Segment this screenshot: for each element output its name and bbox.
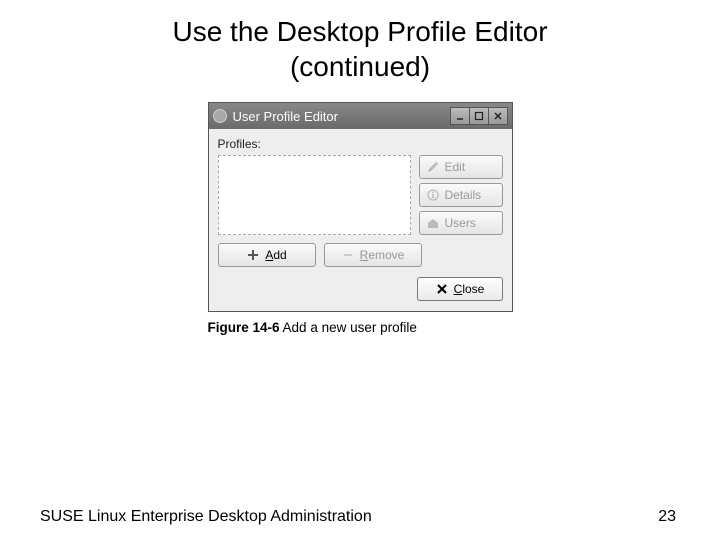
details-label: Details	[445, 188, 482, 202]
close-row: Close	[218, 277, 503, 301]
remove-label: Remove	[360, 248, 405, 262]
profiles-list[interactable]	[218, 155, 411, 235]
slide-title-line2: (continued)	[0, 49, 720, 84]
close-label: Close	[454, 282, 485, 296]
window: User Profile Editor Profiles:	[208, 102, 513, 312]
maximize-button[interactable]	[469, 107, 489, 125]
plus-icon	[246, 248, 260, 262]
details-button[interactable]: Details	[419, 183, 503, 207]
window-title: User Profile Editor	[233, 109, 451, 124]
add-button[interactable]: Add	[218, 243, 316, 267]
edit-label: Edit	[445, 160, 466, 174]
pencil-icon	[426, 160, 440, 174]
slide-title-line1: Use the Desktop Profile Editor	[0, 14, 720, 49]
details-icon	[426, 188, 440, 202]
users-label: Users	[445, 216, 476, 230]
remove-button[interactable]: Remove	[324, 243, 422, 267]
side-buttons: Edit Details Users	[419, 155, 503, 235]
figure-caption: Figure 14-6 Add a new user profile	[208, 320, 513, 335]
app-icon	[213, 109, 227, 123]
x-icon	[435, 282, 449, 296]
figure-text: Add a new user profile	[283, 320, 417, 335]
window-controls	[451, 107, 508, 125]
profiles-label: Profiles:	[218, 137, 503, 151]
close-button[interactable]: Close	[417, 277, 503, 301]
screenshot: User Profile Editor Profiles:	[208, 102, 513, 335]
bottom-buttons: Add Remove	[218, 243, 503, 267]
titlebar: User Profile Editor	[209, 103, 512, 129]
users-button[interactable]: Users	[419, 211, 503, 235]
window-close-button[interactable]	[488, 107, 508, 125]
page-number: 23	[658, 508, 676, 526]
window-client: Profiles: Edit Details	[209, 129, 512, 311]
slide-title: Use the Desktop Profile Editor (continue…	[0, 14, 720, 84]
add-label: Add	[265, 248, 286, 262]
edit-button[interactable]: Edit	[419, 155, 503, 179]
footer-left: SUSE Linux Enterprise Desktop Administra…	[40, 508, 372, 526]
figure-number: Figure 14-6	[208, 320, 280, 335]
minimize-button[interactable]	[450, 107, 470, 125]
home-icon	[426, 216, 440, 230]
minus-icon	[341, 248, 355, 262]
